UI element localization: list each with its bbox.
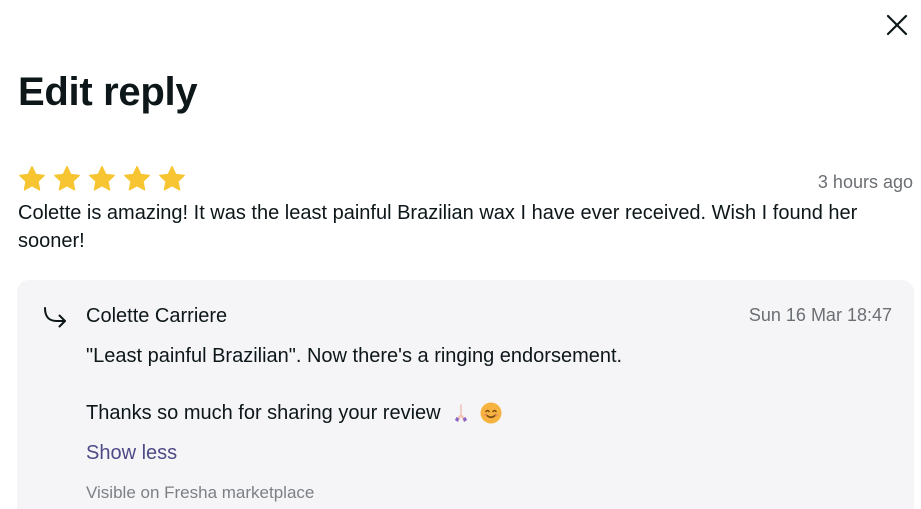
visibility-note: Visible on Fresha marketplace [86,483,315,502]
reply-card: Colette Carriere Sun 16 Mar 18:47 "Least… [17,280,914,509]
edit-reply-dialog: Edit reply 3 hours ago Colette is amazin… [0,0,921,509]
reply-author: Colette Carriere [86,305,228,327]
star-icon [19,166,45,191]
star-icon [54,166,80,191]
reply-arrow-icon [44,307,66,328]
close-button[interactable] [880,8,914,42]
reply-date: Sun 16 Mar 18:47 [748,305,892,325]
smiling-face-icon [480,402,502,424]
reply-text-line: Thanks so much for sharing your review [86,400,503,426]
star-icon [89,166,115,191]
review-timestamp: 3 hours ago [817,172,913,192]
reply-thanks-text: Thanks so much for sharing your review [86,402,441,424]
dialog-title: Edit reply [18,70,198,114]
close-icon[interactable] [886,14,908,36]
praying-hands-icon [454,404,467,422]
reply-text-line: "Least painful Brazilian". Now there's a… [86,345,623,367]
star-rating [16,164,188,194]
review-text: Colette is amazing! It was the least pai… [18,202,858,252]
star-icon [159,166,185,191]
star-icon [124,166,150,191]
show-less-link[interactable]: Show less [86,440,177,466]
